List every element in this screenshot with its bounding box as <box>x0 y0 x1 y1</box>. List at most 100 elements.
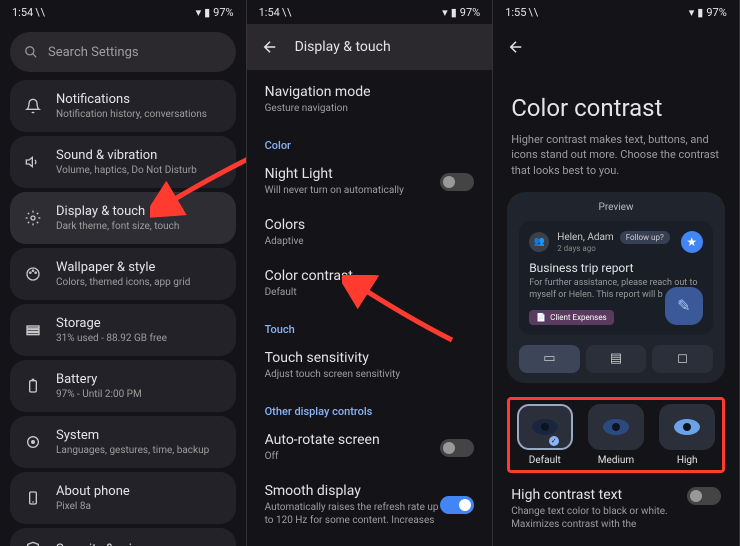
display-settings-list: Navigation modeGesture navigationColorNi… <box>247 70 493 541</box>
item-subtitle: Languages, gestures, time, backup <box>56 445 222 456</box>
tab-doc-icon: ▤ <box>586 345 647 373</box>
item-title: Wallpaper & style <box>56 260 222 275</box>
eye-icon <box>602 418 630 436</box>
settings-item-security-privacy[interactable]: Security & privacy <box>10 528 236 546</box>
wifi-icon: ▾ <box>689 6 695 19</box>
item-title: System <box>56 428 222 443</box>
setting-title: Night Light <box>265 166 404 182</box>
section-header: Color <box>265 125 475 156</box>
wifi-icon: ▾ <box>196 6 202 19</box>
setting-desc: Will never turn on automatically <box>265 184 404 197</box>
contrast-box: ✓ <box>517 404 573 450</box>
preview-tabs: ▭ ▤ ◻ <box>519 345 713 373</box>
contrast-label: Default <box>529 455 561 466</box>
check-icon: ✓ <box>549 436 559 446</box>
settings-item-system[interactable]: System Languages, gestures, time, backup <box>10 416 236 468</box>
page-description: Higher contrast makes text, buttons, and… <box>493 132 739 192</box>
edit-fab: ✎ <box>665 287 703 325</box>
status-right: ▾▮97% <box>196 6 234 19</box>
back-icon[interactable] <box>507 38 525 56</box>
setting-colors[interactable]: Colors Adaptive <box>265 207 475 258</box>
item-subtitle: 31% used - 88.92 GB free <box>56 333 222 344</box>
status-bar: 1:55 \ \ ▾▮97% <box>493 0 739 24</box>
setting-title: Color contrast <box>265 268 353 284</box>
item-subtitle: 97% - Until 2:00 PM <box>56 389 222 400</box>
setting-desc: Adaptive <box>265 235 305 248</box>
settings-item-about-phone[interactable]: About phonePixel 8a <box>10 472 236 524</box>
search-placeholder: Search Settings <box>48 45 139 60</box>
toggle[interactable] <box>440 173 474 191</box>
shield-icon <box>24 540 42 546</box>
battery-icon: ▮ <box>204 6 210 19</box>
page-header: Display & touch <box>247 24 493 70</box>
setting-title: Navigation mode <box>265 84 371 100</box>
setting-desc: Automatically raises the refresh rate up… <box>265 501 441 527</box>
preview-time: 2 days ago <box>557 244 673 253</box>
settings-item-display-touch[interactable]: Display & touchDark theme, font size, to… <box>10 192 236 244</box>
setting-title: Touch sensitivity <box>265 350 400 366</box>
setting-title: Auto-rotate screen <box>265 432 380 448</box>
system-icon <box>24 433 42 451</box>
battery-icon: ▮ <box>697 6 703 19</box>
contrast-option-medium[interactable]: Medium <box>585 404 646 466</box>
status-bar: 1:54 \ \ ▾▮97% <box>247 0 493 24</box>
toggle[interactable] <box>440 496 474 514</box>
settings-item-storage[interactable]: Storage31% used - 88.92 GB free <box>10 304 236 356</box>
tab-chat-icon: ◻ <box>652 345 713 373</box>
contrast-option-high[interactable]: High <box>657 404 718 466</box>
page-title: Color contrast <box>493 70 739 132</box>
hc-desc: Change text color to black or white. Max… <box>511 505 677 531</box>
battery-percent: 97% <box>460 6 480 19</box>
battery-percent: 97% <box>706 6 726 19</box>
setting-desc: Default <box>265 286 353 299</box>
page-title: Display & touch <box>295 39 391 55</box>
setting-night-light[interactable]: Night Light Will never turn on automatica… <box>265 156 475 207</box>
gear-icon <box>24 209 42 227</box>
hc-title: High contrast text <box>511 487 677 503</box>
expense-chip: 📄 Client Expenses <box>529 310 614 325</box>
back-icon[interactable] <box>261 38 279 56</box>
status-bar: 1:54 \ \ ▾▮97% <box>0 0 246 24</box>
phone-icon <box>24 489 42 507</box>
preview-content: 👥 Helen, Adam Follow up? 2 days ago ★ Bu… <box>519 221 713 334</box>
battery-icon: ▮ <box>451 6 457 19</box>
hc-toggle[interactable] <box>687 487 721 505</box>
setting-color-contrast[interactable]: Color contrast Default <box>265 258 475 309</box>
setting-title: Smooth display <box>265 483 441 499</box>
contrast-box <box>588 404 644 450</box>
wifi-icon: ▾ <box>442 6 448 19</box>
setting-auto-rotate-screen[interactable]: Auto-rotate screenOff <box>265 422 475 473</box>
toggle[interactable] <box>440 439 474 457</box>
settings-item-notifications[interactable]: Notifications Notification history, conve… <box>10 80 236 132</box>
section-header: Other display controls <box>265 391 475 422</box>
notif-icons: \ \ <box>528 6 537 19</box>
setting-touch-sensitivity[interactable]: Touch sensitivity Adjust touch screen sen… <box>265 340 475 391</box>
search-input[interactable]: Search Settings <box>10 32 236 72</box>
settings-root-panel: 1:54 \ \ ▾▮97% Search Settings Notificat… <box>0 0 247 546</box>
preview-names: Helen, Adam <box>557 232 614 243</box>
setting-title: Colors <box>265 217 305 233</box>
item-title: Notifications <box>56 92 222 107</box>
tab-display-icon: ▭ <box>519 345 580 373</box>
item-subtitle: Colors, themed icons, app grid <box>56 277 222 288</box>
bell-icon <box>24 97 42 115</box>
battery-icon <box>24 377 42 395</box>
setting-smooth-display[interactable]: Smooth display Automatically raises the r… <box>265 473 475 537</box>
item-title: Battery <box>56 372 222 387</box>
battery-percent: 97% <box>213 6 233 19</box>
item-subtitle: Dark theme, font size, touch <box>56 221 222 232</box>
settings-item-battery[interactable]: Battery 97% - Until 2:00 PM <box>10 360 236 412</box>
eye-icon <box>673 418 701 436</box>
contrast-option-default[interactable]: ✓ Default <box>514 404 575 466</box>
setting-navigation-mode[interactable]: Navigation modeGesture navigation <box>265 74 475 125</box>
color-contrast-panel: 1:55 \ \ ▾▮97% Color contrast Higher con… <box>493 0 740 546</box>
speaker-icon <box>24 153 42 171</box>
settings-item-wallpaper-style[interactable]: Wallpaper & style Colors, themed icons, a… <box>10 248 236 300</box>
setting-desc: Adjust touch screen sensitivity <box>265 368 400 381</box>
storage-icon <box>24 321 42 339</box>
section-header: Touch <box>265 309 475 340</box>
item-title: About phone <box>56 484 222 499</box>
high-contrast-text-item[interactable]: High contrast text Change text color to … <box>493 473 739 531</box>
settings-item-sound-vibration[interactable]: Sound & vibrationVolume, haptics, Do Not… <box>10 136 236 188</box>
item-subtitle: Notification history, conversations <box>56 109 222 120</box>
